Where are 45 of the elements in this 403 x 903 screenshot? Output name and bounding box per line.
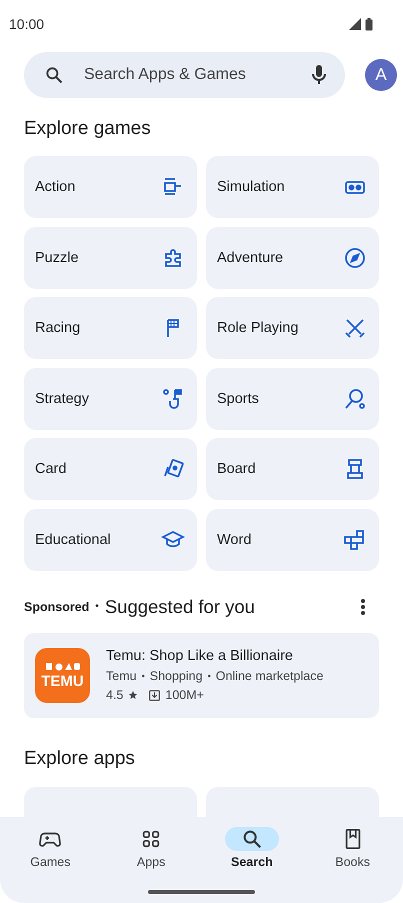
search-field[interactable]: Search Apps & Games xyxy=(82,65,293,85)
separator-dot: • xyxy=(142,671,145,682)
app-name: Temu: Shop Like a Billionaire xyxy=(106,648,294,664)
nav-tab[interactable]: Apps xyxy=(100,827,202,869)
search-icon xyxy=(240,828,263,850)
app-icon: TEMU xyxy=(35,648,90,703)
category-card[interactable]: Board xyxy=(206,438,379,500)
app-category: Shopping xyxy=(150,669,203,684)
section-title: Explore games xyxy=(24,118,152,140)
app-card[interactable]: TEMU Temu: Shop Like a Billionaire Temu • Shopping • Online marketplace 4.5 100M+ xyxy=(24,632,379,718)
search-bar[interactable]: Search Apps & Games xyxy=(24,52,345,98)
separator-dot: • xyxy=(208,671,211,682)
search-icon xyxy=(44,65,64,85)
app-rating: 4.5 xyxy=(106,688,124,702)
app-tag: Online marketplace xyxy=(216,669,324,684)
category-card[interactable]: Word xyxy=(206,508,379,571)
section-title: Explore apps xyxy=(24,748,136,770)
compass-icon xyxy=(343,246,367,270)
account-avatar[interactable]: A xyxy=(365,59,397,91)
section-title: Suggested for you xyxy=(104,596,256,618)
category-card[interactable]: Sports xyxy=(206,368,379,430)
nav-tab[interactable]: Games xyxy=(0,827,101,869)
category-card[interactable]: Simulation xyxy=(206,156,379,218)
download-icon xyxy=(149,690,160,701)
word-blocks-icon xyxy=(343,528,367,552)
category-card[interactable]: Puzzle xyxy=(24,226,197,289)
category-card[interactable]: Role Playing xyxy=(206,297,379,360)
category-card[interactable]: Adventure xyxy=(206,226,379,289)
sponsored-label: Sponsored xyxy=(24,600,90,614)
more-options-icon[interactable] xyxy=(360,598,366,616)
category-card[interactable]: Card xyxy=(24,438,197,500)
app-downloads: 100M+ xyxy=(165,688,204,702)
microphone-icon[interactable] xyxy=(311,64,327,86)
nav-tab[interactable]: Books xyxy=(302,827,403,869)
category-card[interactable]: Educational xyxy=(24,508,197,571)
separator-dot: • xyxy=(95,601,99,612)
app-developer: Temu xyxy=(106,669,137,684)
nav-tab[interactable]: Search xyxy=(202,827,302,869)
category-card[interactable]: Action xyxy=(24,156,197,218)
status-time: 10:00 xyxy=(9,16,44,32)
category-card[interactable]: Racing xyxy=(24,297,197,360)
star-icon xyxy=(128,690,138,700)
battery-icon xyxy=(365,18,373,30)
signal-icon xyxy=(349,18,361,30)
category-card[interactable]: Strategy xyxy=(24,368,197,430)
